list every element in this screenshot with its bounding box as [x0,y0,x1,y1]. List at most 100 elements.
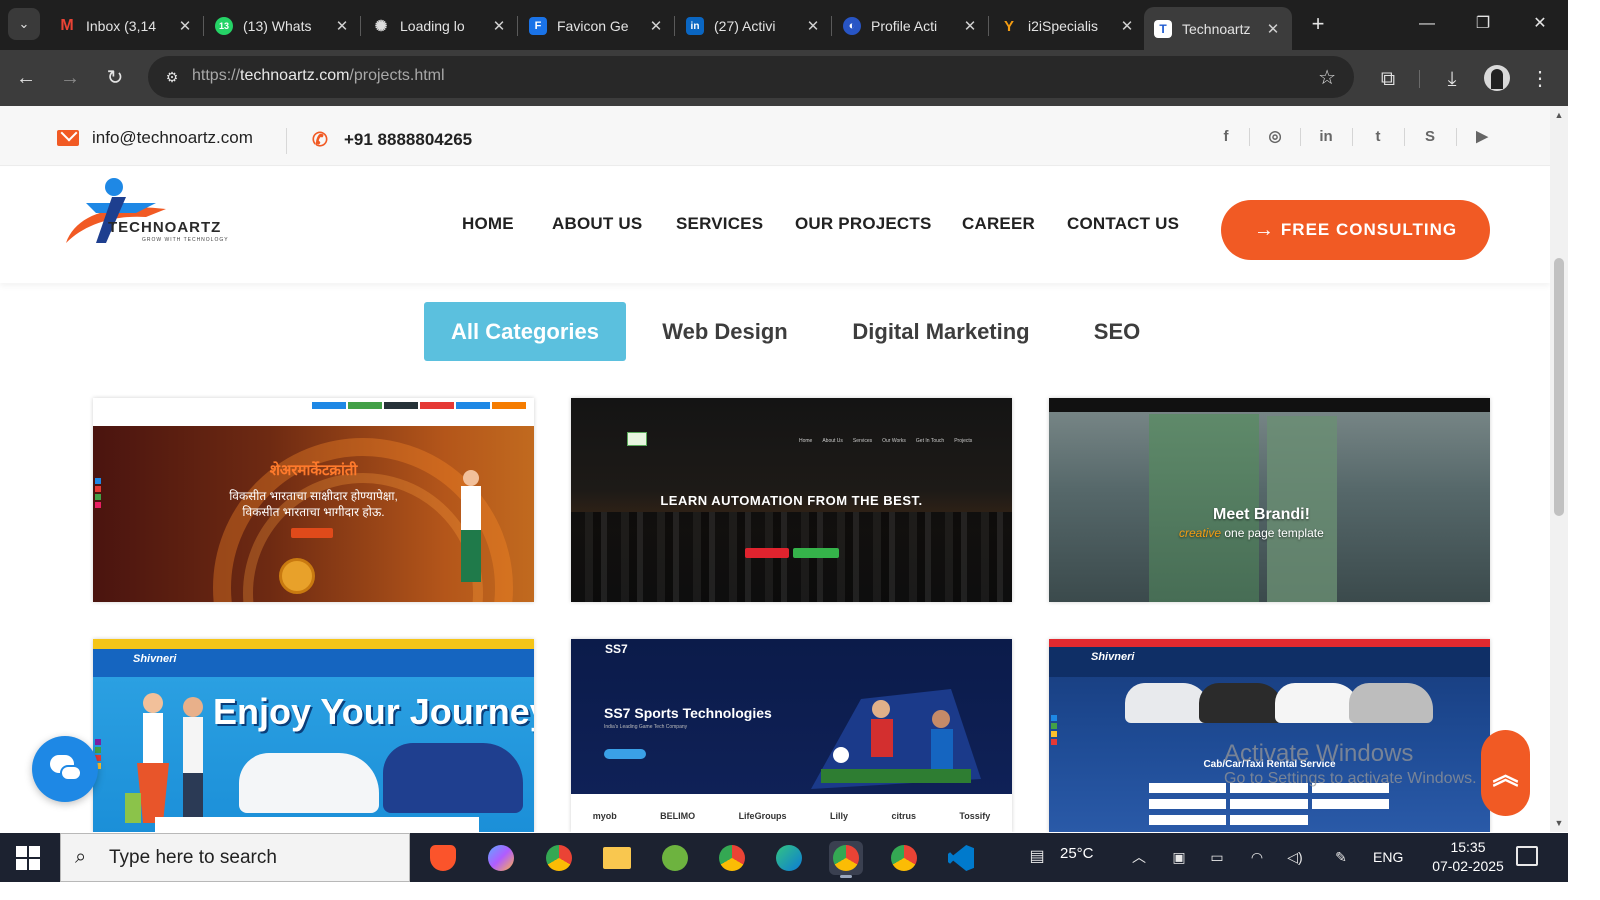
card-subtitle: India's Leading Game Tech Company [604,724,688,730]
close-icon[interactable]: ✕ [1264,20,1282,38]
browser-tab[interactable]: 13 (13) Whats ✕ [205,8,361,44]
project-filters: All Categories Web Design Digital Market… [0,302,1550,362]
edge-app[interactable] [772,841,806,875]
facebook-icon[interactable]: f [1214,126,1238,148]
contact-separator [286,128,287,154]
vscode-app[interactable] [944,841,978,875]
profile-avatar[interactable] [1484,65,1510,91]
spring-app[interactable] [658,841,692,875]
reload-button[interactable]: ↻ [99,62,131,94]
project-card-brandi[interactable]: Meet Brandi! creative one page template [1049,398,1490,602]
browser-tab[interactable]: in (27) Activi ✕ [676,8,832,44]
project-card-automation[interactable]: Home About Us Services Our Works Get In Touc… [571,398,1012,602]
nav-services[interactable]: SERVICES [676,214,763,234]
nav-contact-us[interactable]: CONTACT US [1067,214,1179,234]
windows-start-button[interactable] [16,846,40,870]
tab-title: Technoartz [1182,20,1251,37]
nav-career[interactable]: CAREER [962,214,1035,234]
back-button[interactable]: ← [10,62,42,94]
address-bar[interactable]: ⚙ https://technoartz.com/projects.html ☆ [148,56,1354,98]
browser-tab[interactable]: Y i2iSpecialis ✕ [990,8,1146,44]
language-indicator[interactable]: ENG [1373,849,1403,865]
battery-icon[interactable]: ▭ [1206,847,1228,867]
site-settings-icon[interactable]: ⚙ [160,65,184,89]
copilot-app[interactable] [484,841,518,875]
search-placeholder: Type here to search [109,846,277,868]
download-icon[interactable]: ⤓ [1437,64,1467,94]
brave-icon [430,845,456,871]
chevron-up-icon[interactable]: ︿ [1128,847,1150,867]
nav-about-us[interactable]: ABOUT US [552,214,642,234]
new-tab-button[interactable]: + [1306,12,1330,36]
url-text[interactable]: https://technoartz.com/projects.html [192,67,445,85]
close-icon[interactable]: ✕ [333,17,351,35]
filter-web-design[interactable]: Web Design [650,302,800,361]
more-menu-icon[interactable]: ⋮ [1525,64,1555,94]
scroll-up-arrow[interactable]: ▲ [1550,108,1568,122]
chrome-secondary-app[interactable] [887,841,921,875]
tab-separator [674,16,675,36]
project-card-shivneri-journey[interactable]: Shivneri Enjoy Your Journey [93,639,534,832]
chrome-app[interactable] [542,841,576,875]
minimize-button[interactable]: — [1407,10,1447,38]
brave-app[interactable] [426,841,460,875]
email-contact[interactable]: info@technoartz.com [56,128,253,148]
instagram-icon[interactable]: ◎ [1263,126,1287,148]
project-card-share-market[interactable]: शेअरमार्केटक्रांती विकसीत भारताचा साक्षी… [93,398,534,602]
rental-form-row [1149,799,1389,809]
phone-contact[interactable]: ✆ +91 8888804265 [308,130,472,151]
forward-button[interactable]: → [54,62,86,94]
browser-tab[interactable]: M Inbox (3,14 ✕ [48,8,204,44]
sports-players-illustration [811,689,981,789]
extensions-icon[interactable]: ⧉ [1373,64,1403,94]
close-icon[interactable]: ✕ [1118,17,1136,35]
weather-text[interactable]: 25°C [1060,845,1094,862]
project-card-ss7-sports[interactable]: SS7 SS7 Sports Technologies India's Lead… [571,639,1012,832]
wifi-icon[interactable]: ◠ [1246,847,1268,867]
news-widget-icon[interactable]: ▤ [1022,847,1052,867]
close-icon[interactable]: ✕ [490,17,508,35]
pen-icon[interactable]: ✎ [1330,847,1352,867]
close-icon[interactable]: ✕ [961,17,979,35]
browser-tab[interactable]: ✺ Loading lo ✕ [362,8,518,44]
close-icon[interactable]: ✕ [804,17,822,35]
nav-our-projects[interactable]: OUR PROJECTS [795,214,932,234]
free-consulting-button[interactable]: → FREE CONSULTING [1221,200,1490,260]
twitter-icon[interactable]: t [1366,126,1390,148]
card-side-icons [95,478,101,508]
page-scrollbar[interactable]: ▲ ▼ [1550,106,1568,832]
linkedin-icon[interactable]: in [1314,126,1338,148]
volume-icon[interactable]: ◁) [1284,847,1306,867]
scroll-down-arrow[interactable]: ▼ [1550,816,1568,830]
close-icon[interactable]: ✕ [176,17,194,35]
filter-all-categories[interactable]: All Categories [424,302,626,361]
tab-search-button[interactable]: ⌄ [8,8,40,40]
youtube-icon[interactable]: ▶ [1470,126,1494,148]
nav-home[interactable]: HOME [462,214,514,234]
restore-button[interactable]: ❐ [1463,10,1503,38]
skype-icon[interactable]: S [1418,126,1442,148]
chrome-active-app[interactable] [829,841,863,878]
close-window-button[interactable]: ✕ [1520,10,1560,38]
system-clock[interactable]: 15:35 07-02-2025 [1426,838,1510,876]
favicon-generator-icon: F [529,17,547,35]
browser-tab[interactable]: F Favicon Ge ✕ [519,8,675,44]
file-explorer-app[interactable] [600,841,634,875]
bookmark-star-icon[interactable]: ☆ [1318,65,1336,90]
technoartz-logo[interactable]: TECHNOARTZ GROW WITH TECHNOLOGY [56,173,228,249]
close-icon[interactable]: ✕ [647,17,665,35]
filter-seo[interactable]: SEO [1080,302,1154,361]
browser-tab-active[interactable]: T Technoartz ✕ [1144,7,1292,50]
scroll-thumb[interactable] [1554,258,1564,516]
device-icon[interactable]: ▣ [1168,847,1190,867]
browser-tab[interactable]: ◐ Profile Acti ✕ [833,8,989,44]
scroll-to-top-button[interactable]: ︽ [1481,730,1530,816]
chrome-profile-app[interactable] [715,841,749,875]
card-title: LEARN AUTOMATION FROM THE BEST. [660,493,923,508]
filter-digital-marketing[interactable]: Digital Marketing [836,302,1046,361]
chat-widget-button[interactable] [32,736,98,802]
card-subtitle: creative one page template [1179,526,1324,540]
notification-icon[interactable] [1516,846,1538,866]
taskbar-search-box[interactable]: ⌕ Type here to search [60,833,410,882]
project-card-shivneri-rental[interactable]: Shivneri Cab/Car/Taxi Rental Service [1049,639,1490,832]
